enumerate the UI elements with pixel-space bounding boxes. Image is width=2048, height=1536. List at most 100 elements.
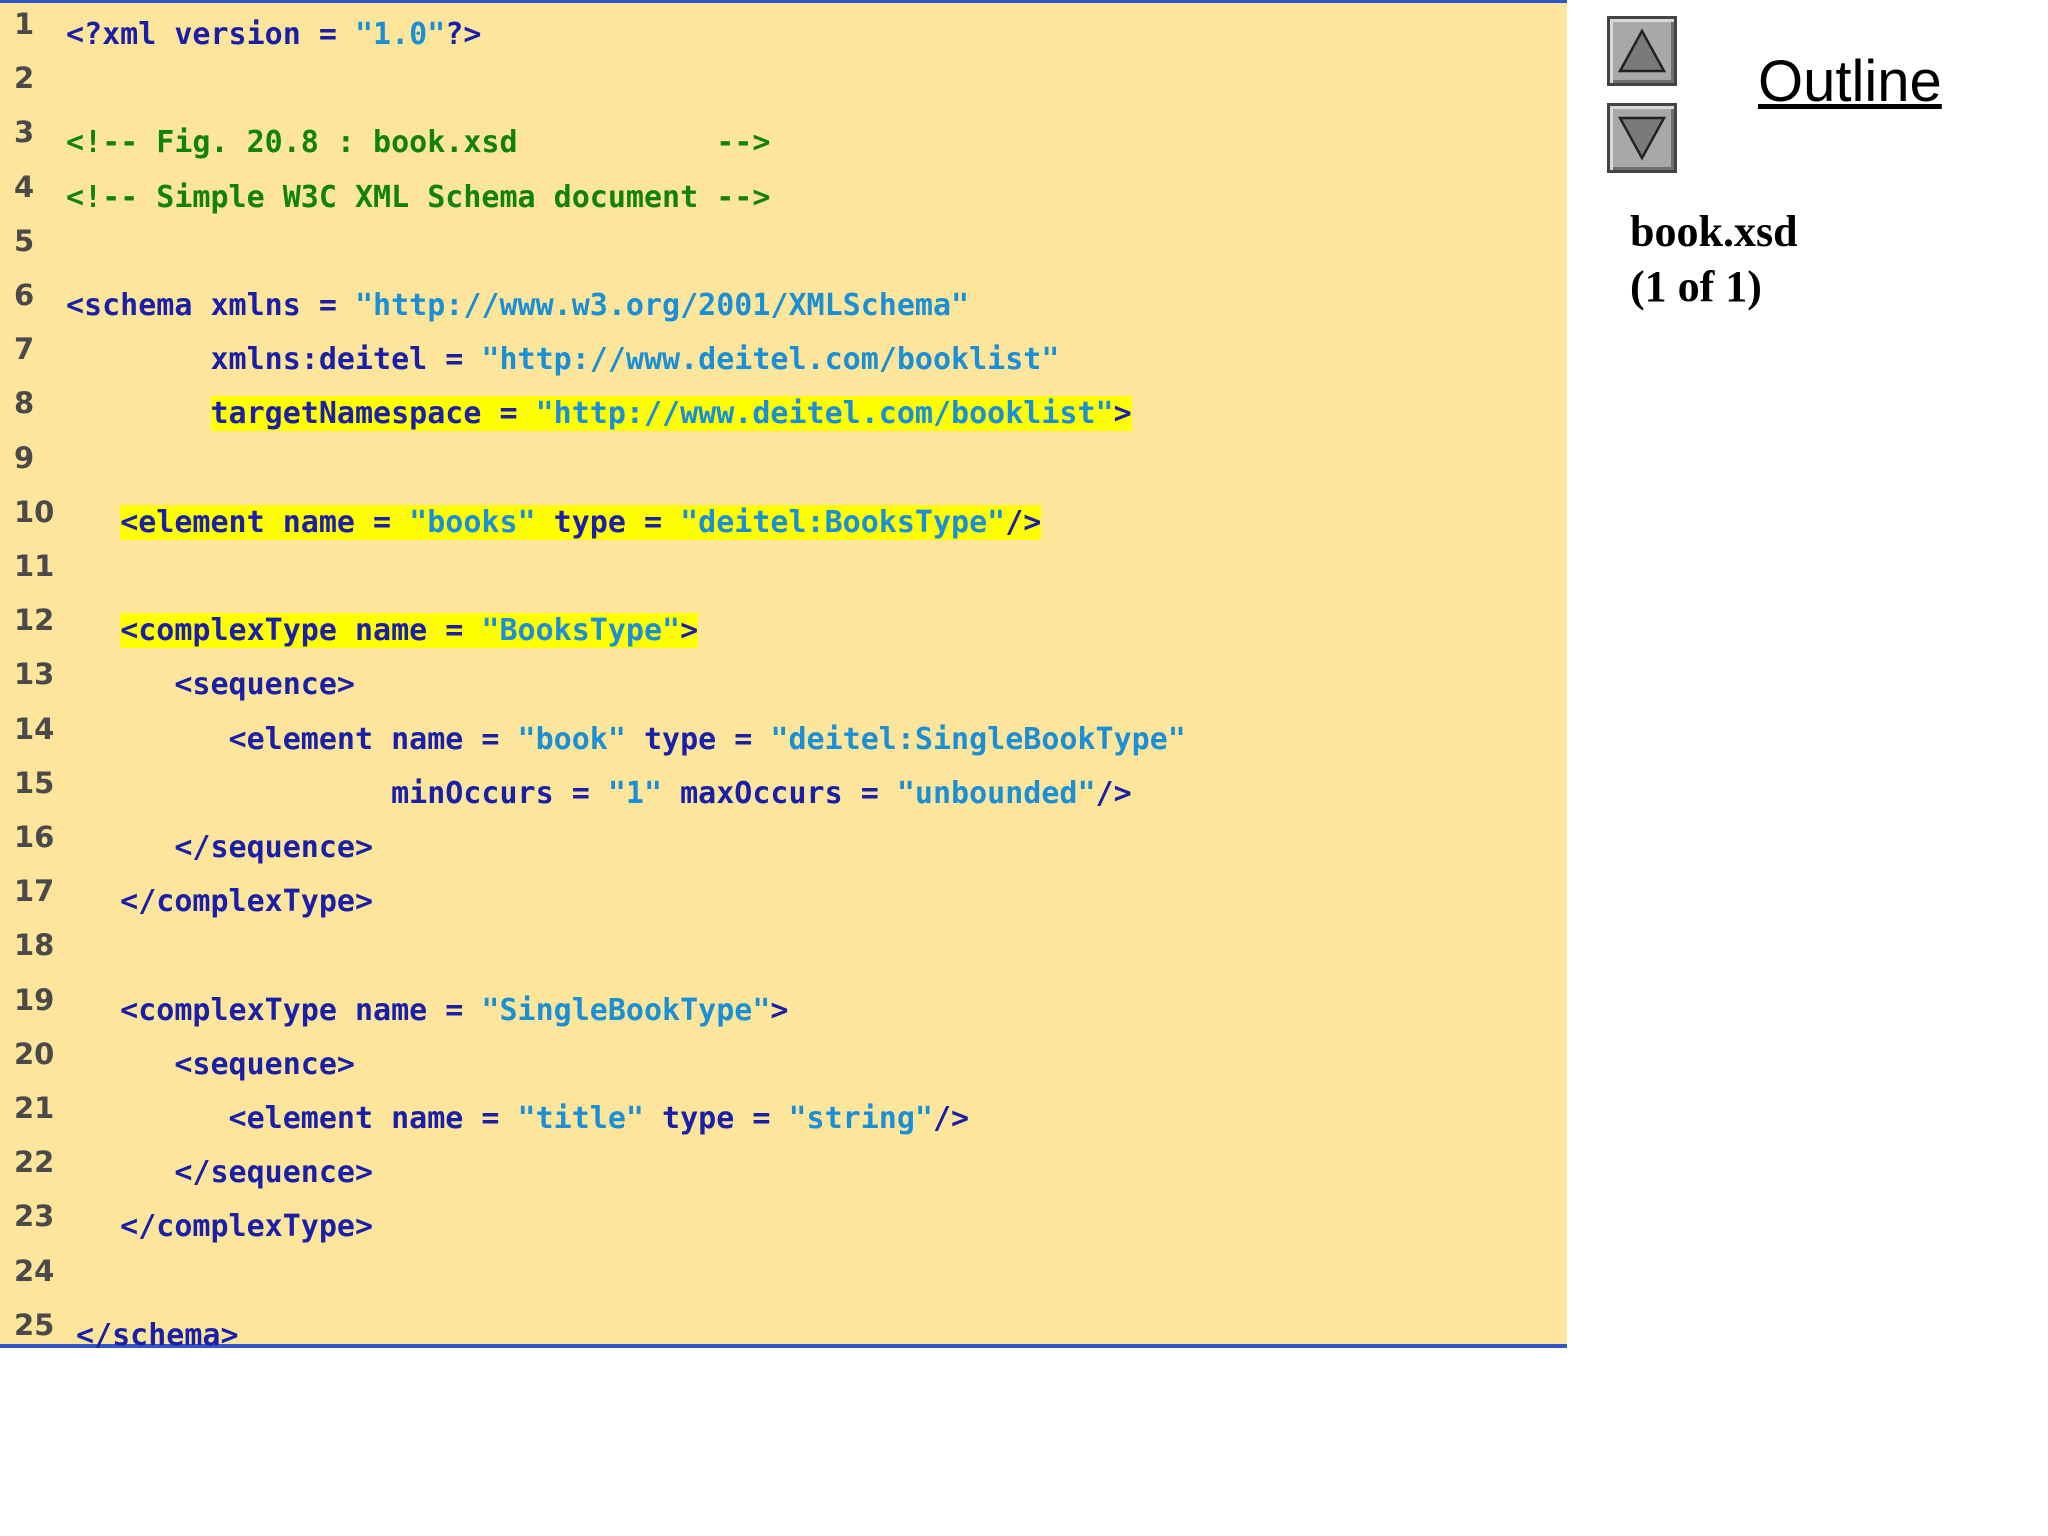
line-number: 19 <box>14 982 55 1017</box>
code-token-str: "1.0" <box>354 17 446 52</box>
code-token-tag: </sequence> <box>66 830 374 865</box>
code-token-tag: </sequence> <box>66 1155 374 1191</box>
code-line: 7 xmlns:deitel = "http://www.deitel.com/… <box>0 332 1567 386</box>
code-token-tag: /> <box>1005 504 1042 540</box>
code-token-str: "deitel:SingleBookType" <box>770 721 1186 757</box>
code-token-tag: <element name = <box>66 1101 518 1136</box>
line-number: 12 <box>14 603 55 638</box>
code-line: 24 <box>0 1254 1567 1308</box>
code-text: <sequence> <box>66 667 355 703</box>
code-line: 5 <box>0 224 1567 278</box>
code-line: 1 <?xml version = "1.0"?> <box>0 7 1567 61</box>
code-token-com: <!-- Fig. 20.8 : book.xsd --> <box>66 125 771 161</box>
code-text: <!-- Simple W3C XML Schema document --> <box>66 180 770 216</box>
code-token-str: "books" <box>409 504 536 540</box>
code-text: xmlns:deitel = "http://www.deitel.com/bo… <box>66 342 1059 378</box>
code-text: minOccurs = "1" maxOccurs = "unbounded"/… <box>66 776 1132 812</box>
code-text: <element name = "books" type = "deitel:B… <box>66 504 1042 541</box>
code-token-str: "http://www.w3.org/2001/XMLSchema" <box>354 288 970 323</box>
code-token-str: "string" <box>788 1101 933 1136</box>
code-token-tag: > <box>1113 396 1132 432</box>
code-token-tag: ?> <box>445 17 482 52</box>
code-token-tag: /> <box>1095 775 1132 811</box>
code-line: 15 minOccurs = "1" maxOccurs = "unbounde… <box>0 766 1567 820</box>
code-text: <sequence> <box>66 1047 355 1083</box>
code-line: 4 <!-- Simple W3C XML Schema document --> <box>0 170 1567 224</box>
line-number: 3 <box>14 115 35 150</box>
line-number: 10 <box>14 494 55 529</box>
outline-link[interactable]: Outline <box>1758 48 1942 115</box>
code-line: 25 </schema> <box>0 1308 1567 1362</box>
next-slide-button[interactable] <box>1607 103 1677 173</box>
line-number: 15 <box>14 765 55 800</box>
code-text: <complexType name = "SingleBookType"> <box>66 993 788 1029</box>
page-count-label: (1 of 1) <box>1630 262 1762 311</box>
code-token-tag: targetNamespace = <box>210 396 536 432</box>
code-line: 12 <complexType name = "BooksType"> <box>0 603 1567 657</box>
code-token-tag <box>66 505 120 540</box>
code-token-str: "1" <box>607 775 663 811</box>
code-line: 21 <element name = "title" type = "strin… <box>0 1091 1567 1145</box>
code-text: </sequence> <box>66 1155 373 1191</box>
code-line: 2 <box>0 61 1567 115</box>
code-listing-panel: 1 <?xml version = "1.0"?> 2 3 <!-- Fig. 20.8… <box>0 0 1567 1353</box>
line-number: 5 <box>14 223 35 258</box>
code-token-tag: xmlns:deitel = <box>66 342 482 378</box>
code-line: 8 targetNamespace = "http://www.deitel.c… <box>0 386 1567 440</box>
line-number: 4 <box>14 169 35 204</box>
code-token-tag <box>66 613 120 648</box>
code-token-str: "title" <box>517 1101 644 1136</box>
triangle-up-icon <box>1617 28 1667 73</box>
code-line: 13 <sequence> <box>0 657 1567 711</box>
line-number: 16 <box>14 820 55 854</box>
line-number: 23 <box>14 1199 55 1234</box>
line-number: 25 <box>14 1307 55 1342</box>
code-text: targetNamespace = "http://www.deitel.com… <box>66 396 1132 432</box>
code-token-tag: > <box>680 613 699 649</box>
code-token-tag: </complexType> <box>66 884 374 920</box>
code-text: <?xml version = "1.0"?> <box>66 17 481 53</box>
code-line: 10 <element name = "books" type = "deite… <box>0 495 1567 549</box>
code-line: 17 </complexType> <box>0 874 1567 928</box>
line-number: 14 <box>14 711 55 746</box>
code-line: 6 <schema xmlns = "http://www.w3.org/2001… <box>0 278 1567 332</box>
code-token-tag: minOccurs = <box>66 775 608 811</box>
code-token-tag: <element name = <box>66 721 518 757</box>
code-token-tag: <element name = <box>120 504 410 540</box>
code-token-tag: <sequence> <box>66 667 355 703</box>
line-number: 13 <box>14 657 55 692</box>
line-number: 9 <box>14 440 35 475</box>
code-text: </complexType> <box>66 1209 373 1245</box>
code-text: </complexType> <box>66 884 373 920</box>
code-token-str: "http://www.deitel.com/booklist" <box>535 396 1114 432</box>
code-line: 11 <box>0 549 1567 603</box>
line-number: 20 <box>14 1036 55 1071</box>
code-line: 9 <box>0 441 1567 495</box>
line-number: 21 <box>14 1091 55 1125</box>
code-text: <element name = "book" type = "deitel:Si… <box>66 722 1186 758</box>
previous-slide-button[interactable] <box>1607 16 1677 86</box>
code-token-str: "unbounded" <box>896 775 1096 811</box>
line-number: 22 <box>14 1145 55 1180</box>
code-line: 3 <!-- Fig. 20.8 : book.xsd --> <box>0 115 1567 169</box>
code-token-tag: <schema xmlns = <box>66 288 355 323</box>
code-line: 22 </sequence> <box>0 1145 1567 1199</box>
code-token-tag: <sequence> <box>66 1046 355 1082</box>
code-token-str: "BooksType" <box>481 613 681 649</box>
line-number: 18 <box>14 928 55 963</box>
code-token-str: "deitel:BooksType" <box>680 504 1006 540</box>
line-number: 7 <box>14 332 35 367</box>
code-token-tag: </complexType> <box>66 1209 374 1245</box>
line-number: 1 <box>14 7 35 41</box>
code-token-tag: type = <box>643 1101 789 1136</box>
code-line: 16 </sequence> <box>0 820 1567 874</box>
code-token-tag: maxOccurs = <box>662 775 897 811</box>
code-text: </sequence> <box>66 830 373 866</box>
line-number: 17 <box>14 874 55 909</box>
code-line: 18 <box>0 928 1567 982</box>
code-token-str: "http://www.deitel.com/booklist" <box>481 342 1060 378</box>
line-number: 11 <box>14 549 55 583</box>
code-line: 19 <complexType name = "SingleBookType"> <box>0 983 1567 1037</box>
line-number: 2 <box>14 61 35 96</box>
code-token-tag: </schema> <box>76 1317 239 1353</box>
